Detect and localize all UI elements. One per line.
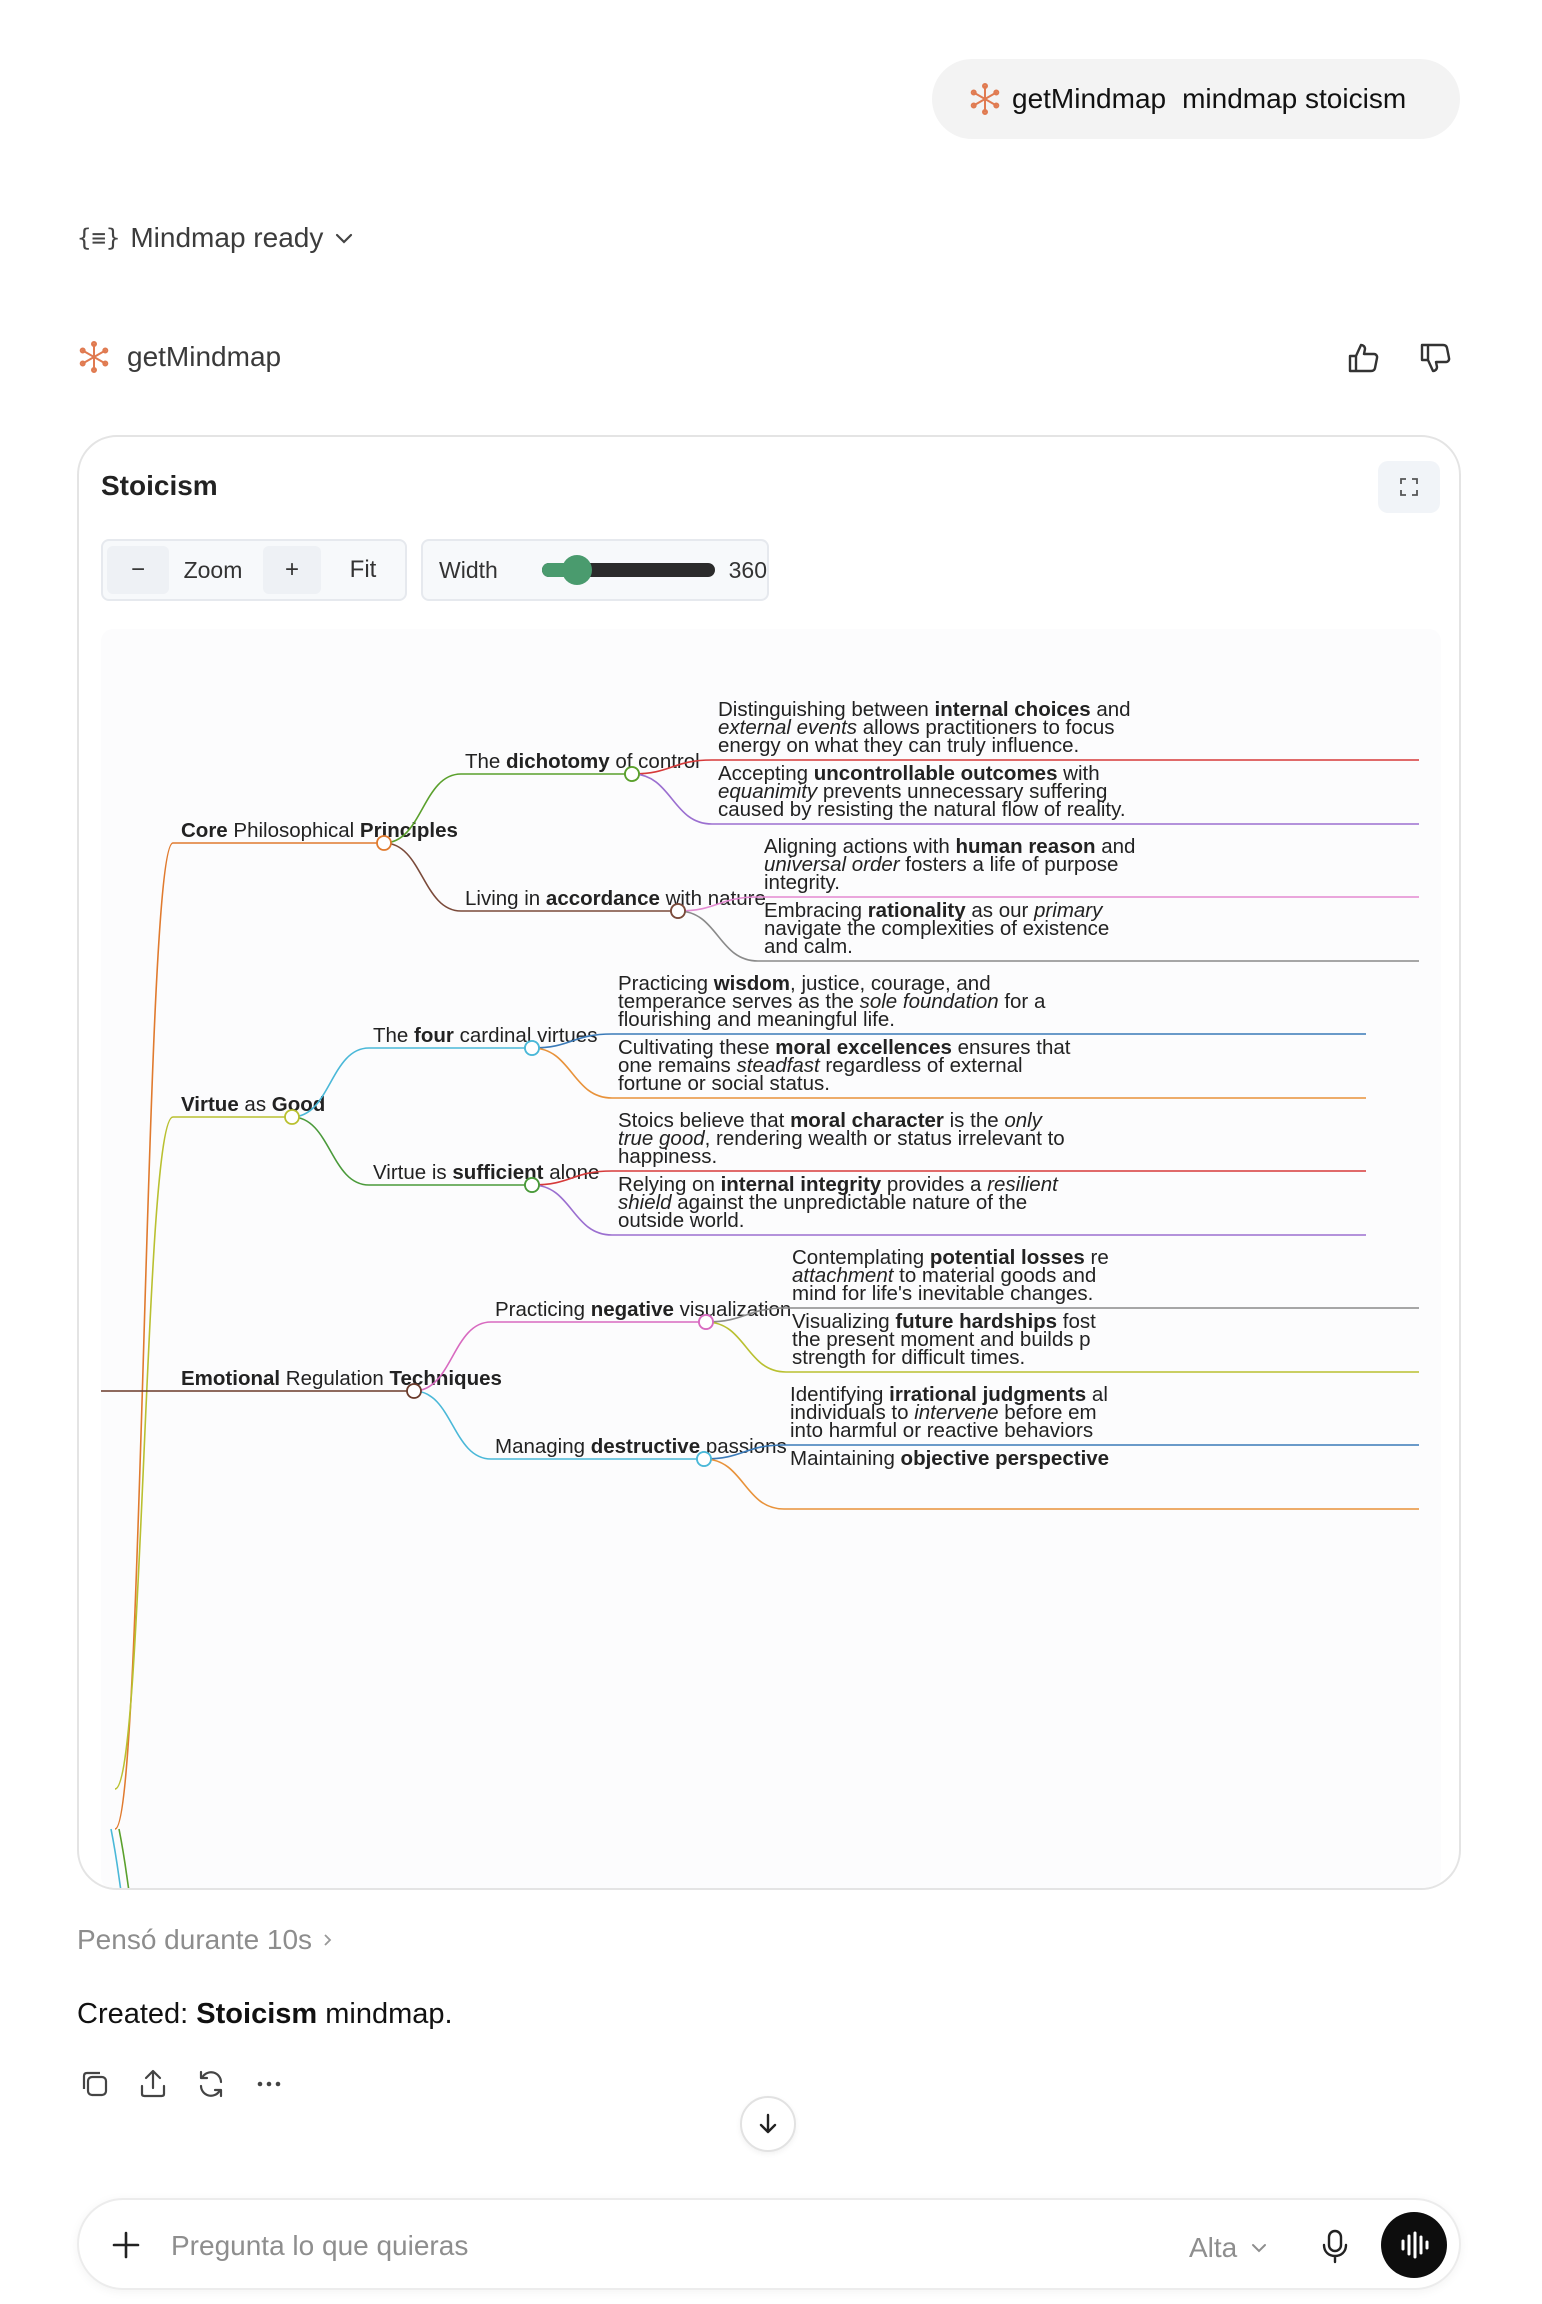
mindmap-svg: Core Philosophical PrinciplesThe dichoto… xyxy=(101,698,1419,1888)
mindmap-status-toggle[interactable]: {≡} Mindmap ready xyxy=(77,222,355,254)
topic-node-dot xyxy=(406,1383,422,1399)
status-label: Mindmap ready xyxy=(130,222,324,253)
more-options-icon[interactable] xyxy=(251,2066,287,2102)
thumbs-down-icon[interactable] xyxy=(1416,338,1456,378)
topic-node-dot xyxy=(376,835,392,851)
answer-suffix: mindmap. xyxy=(317,1998,453,2030)
copy-icon[interactable] xyxy=(77,2066,113,2102)
root-branch-line xyxy=(114,842,174,1830)
prompt-input[interactable]: Pregunta lo que quieras xyxy=(171,2230,468,2262)
root-branch-line xyxy=(114,1116,174,1790)
voice-mode-button[interactable] xyxy=(1381,2212,1447,2278)
microphone-icon[interactable] xyxy=(1315,2226,1355,2266)
leaf-connector xyxy=(677,910,759,962)
width-label: Width xyxy=(439,556,498,583)
leaf-text-line: integrity. xyxy=(764,871,840,894)
topic-label: Virtue as Good xyxy=(181,1093,325,1116)
leaf-text-line: mind for life's inevitable changes. xyxy=(792,1282,1093,1305)
snowflake-icon xyxy=(970,83,1000,115)
zoom-in-button[interactable]: + xyxy=(263,546,321,594)
zoom-out-button[interactable]: − xyxy=(107,546,169,594)
thought-label: Pensó durante 10s xyxy=(77,1924,313,1955)
topic-node-dot xyxy=(284,1109,300,1125)
attach-plus-icon[interactable] xyxy=(107,2226,145,2264)
tool-name: getMindmap xyxy=(127,341,282,372)
subtopic-node-dot xyxy=(696,1451,712,1467)
model-label: Alta xyxy=(1189,2232,1238,2263)
leaf-text-line: strength for difficult times. xyxy=(792,1346,1025,1369)
width-value: 360 xyxy=(728,556,767,583)
subtopic-label: Managing destructive passions xyxy=(495,1435,787,1458)
leaf-text-line: caused by resisting the natural flow of … xyxy=(718,798,1126,821)
thumbs-up-icon[interactable] xyxy=(1344,338,1384,378)
subtopic-node-dot xyxy=(624,766,640,782)
braces-icon: {≡} xyxy=(77,224,121,252)
leaf-text-line: outside world. xyxy=(618,1209,744,1232)
leaf-text-line: Maintaining objective perspective xyxy=(790,1447,1109,1470)
share-icon[interactable] xyxy=(135,2066,171,2102)
leaf-connector xyxy=(703,1458,785,1510)
subtopic-label: Practicing negative visualization xyxy=(495,1298,791,1321)
subtopic-node-dot xyxy=(524,1177,540,1193)
card-title: Stoicism xyxy=(101,470,218,501)
subtopic-node-dot xyxy=(524,1040,540,1056)
tool-header: getMindmap xyxy=(77,340,281,374)
user-message-text: mindmap stoicism xyxy=(1182,83,1407,114)
subtopic-connector xyxy=(291,1116,370,1186)
scroll-to-bottom-button[interactable] xyxy=(740,2096,796,2152)
arrow-down-icon xyxy=(759,2113,777,2134)
waveform-icon xyxy=(1401,2231,1429,2259)
mindmap-canvas[interactable]: Core Philosophical Principles The dichoto… xyxy=(101,629,1441,1888)
width-slider[interactable] xyxy=(541,555,715,585)
leaf-connector xyxy=(531,1184,613,1236)
snowflake-icon xyxy=(79,341,109,373)
subtopic-connector xyxy=(383,842,462,912)
expand-icon xyxy=(1400,478,1418,496)
root-branch-line xyxy=(110,1828,122,1888)
subtopic-label: Living in accordance with nature xyxy=(465,887,766,910)
leaf-text-line: energy on what they can truly influence. xyxy=(718,734,1079,757)
chevron-right-icon xyxy=(324,1934,332,1946)
thought-summary-toggle[interactable]: Pensó durante 10s xyxy=(77,1924,336,1956)
zoom-controls: − Zoom + Fit xyxy=(101,539,407,601)
fit-button[interactable]: Fit xyxy=(331,546,395,594)
leaf-text-line: into harmful or reactive behaviors xyxy=(790,1419,1093,1442)
subtopic-node-dot xyxy=(670,903,686,919)
answer-prefix: Created: xyxy=(77,1998,197,2030)
fullscreen-button[interactable] xyxy=(1378,461,1440,513)
leaf-connector xyxy=(705,1321,787,1373)
topic-label: Core Philosophical Principles xyxy=(181,819,458,842)
model-selector[interactable]: Alta xyxy=(1189,2232,1269,2264)
regenerate-icon[interactable] xyxy=(193,2066,229,2102)
leaf-text-line: fortune or social status. xyxy=(618,1072,830,1095)
mindmap-card: Stoicism − Zoom + Fit Width 360 Core Phi… xyxy=(77,435,1461,1890)
leaf-text-line: flourishing and meaningful life. xyxy=(618,1008,895,1031)
subtopic-connector xyxy=(413,1390,492,1460)
leaf-connector xyxy=(531,1047,613,1099)
zoom-label: Zoom xyxy=(183,556,243,583)
leaf-text-line: happiness. xyxy=(618,1145,717,1168)
leaf-connector xyxy=(631,773,713,825)
answer-bold: Stoicism xyxy=(196,1998,318,2030)
chevron-down-icon xyxy=(336,233,353,244)
width-control: Width 360 xyxy=(421,539,769,601)
composer: Pregunta lo que quieras Alta xyxy=(77,2198,1461,2290)
user-message-bubble: getMindmap mindmap stoicism xyxy=(932,59,1460,139)
root-branch-line xyxy=(118,1828,130,1888)
user-tool-name: getMindmap xyxy=(1012,83,1167,114)
message-actions xyxy=(77,2066,309,2102)
chevron-down-icon xyxy=(1252,2244,1267,2253)
width-slider-knob[interactable] xyxy=(561,555,592,585)
topic-label: Emotional Regulation Techniques xyxy=(181,1367,502,1390)
leaf-text-line: and calm. xyxy=(764,935,853,958)
subtopic-node-dot xyxy=(698,1314,714,1330)
assistant-answer: Created: Stoicism mindmap. xyxy=(77,1998,453,2031)
